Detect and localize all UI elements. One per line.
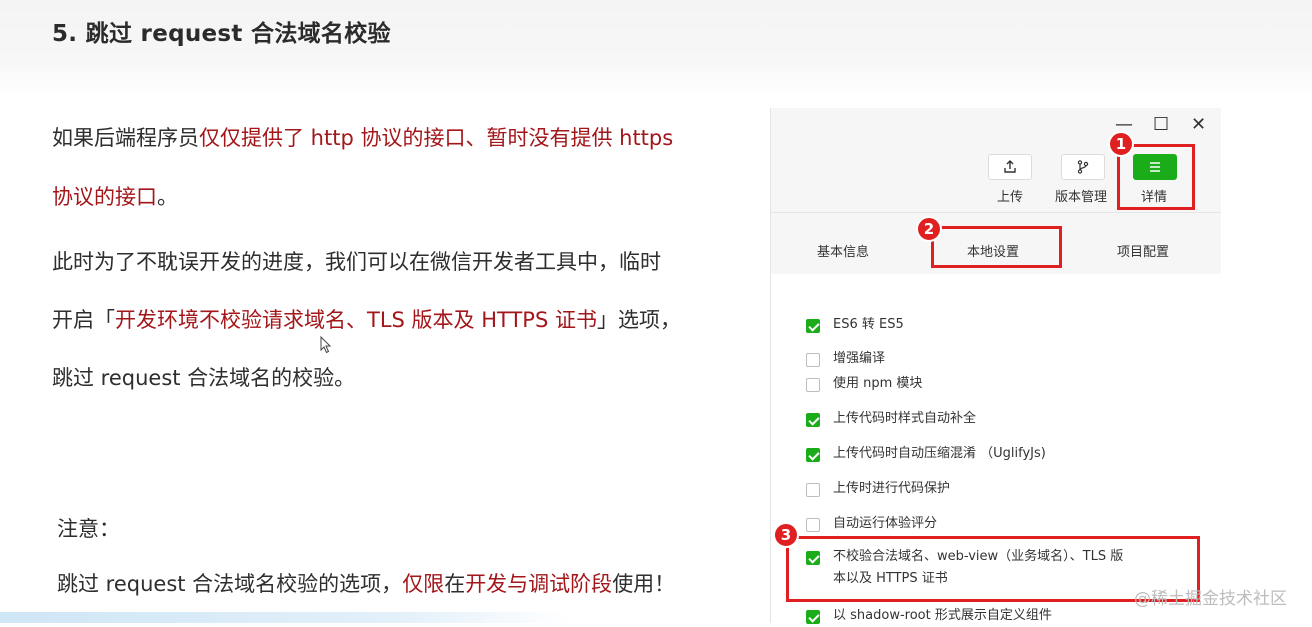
step-badge-1: 1 [1108,131,1134,157]
checkbox-unchecked[interactable] [806,378,820,392]
checkbox-unchecked[interactable] [806,518,820,532]
setting-uglify[interactable]: 上传代码时自动压缩混淆 （UglifyJs) [806,446,1046,465]
setting-label: 增强编译 [833,351,886,366]
setting-label: 上传代码时自动压缩混淆 （UglifyJs) [833,446,1046,461]
mouse-cursor-icon [320,336,332,354]
branch-icon [1077,160,1089,174]
para1-highlight: 仅仅提供了 http 协议的接口、暂时没有提供 https [199,126,674,150]
para2-line2: 开启「开发环境不校验请求域名、TLS 版本及 HTTPS 证书」选项， [52,304,681,334]
note-text: 跳过 request 合法域名校验的选项，仅限在开发与调试阶段使用！ [57,568,675,598]
version-label: 版本管理 [1055,190,1108,205]
version-button[interactable] [1061,154,1105,180]
para1-line2: 协议的接口。 [52,181,178,211]
setting-enhance-compile[interactable]: 增强编译 [806,351,885,370]
para1-highlight-2: 协议的接口 [52,185,157,209]
step-badge-2: 2 [916,216,942,242]
para1-end: 。 [157,185,178,209]
tab-project-config[interactable]: 项目配置 [1117,241,1169,260]
para2-line1: 此时为了不耽误开发的进度，我们可以在微信开发者工具中，临时 [52,250,661,274]
note-mid: 在 [444,572,466,596]
setting-label: 自动运行体验评分 [833,516,938,531]
checkbox-checked[interactable] [806,319,820,333]
note-highlight-2: 开发与调试阶段 [465,572,613,596]
para1-text: 如果后端程序员 [52,126,199,150]
upload-button[interactable] [988,154,1032,180]
setting-npm[interactable]: 使用 npm 模块 [806,376,922,395]
note-highlight-1: 仅限 [402,572,445,596]
upload-icon [1004,160,1016,173]
checkbox-unchecked[interactable] [806,353,820,367]
setting-code-protect[interactable]: 上传时进行代码保护 [806,481,950,500]
setting-label: 上传代码时样式自动补全 [833,411,977,426]
checkbox-unchecked[interactable] [806,483,820,497]
close-button[interactable]: ✕ [1191,114,1206,135]
section-heading: 5. 跳过 request 合法域名校验 [52,21,391,47]
note-prefix: 跳过 request 合法域名校验的选项， [57,572,403,596]
bottom-stripe [0,612,570,623]
checkbox-checked[interactable] [806,413,820,427]
maximize-button[interactable]: ☐ [1153,114,1169,135]
setting-style-autoprefix[interactable]: 上传代码时样式自动补全 [806,411,976,430]
para2-open: 开启「 [52,308,115,332]
setting-label: ES6 转 ES5 [833,317,904,332]
tab-basic-info[interactable]: 基本信息 [817,241,869,260]
para1-line1: 如果后端程序员仅仅提供了 http 协议的接口、暂时没有提供 https [52,122,673,152]
setting-label: 上传时进行代码保护 [833,481,951,496]
step-badge-3: 3 [773,522,799,548]
setting-es6[interactable]: ES6 转 ES5 [806,317,904,336]
annotation-box-local-settings [931,226,1062,268]
checkbox-checked[interactable] [806,448,820,462]
setting-auto-audit[interactable]: 自动运行体验评分 [806,516,937,535]
setting-label: 使用 npm 模块 [833,376,923,391]
setting-shadow-root[interactable]: 以 shadow-root 形式展示自定义组件 [806,608,1052,627]
para2-close: 」选项， [596,308,681,332]
checkbox-checked[interactable] [806,610,820,624]
para2-line3: 跳过 request 合法域名的校验。 [52,366,356,390]
setting-label: 以 shadow-root 形式展示自定义组件 [833,608,1052,623]
watermark: @稀土掘金技术社区 [1134,589,1287,609]
note-suffix: 使用！ [612,572,676,596]
note-title: 注意： [57,517,120,541]
upload-label: 上传 [997,190,1024,205]
para2-highlight: 开发环境不校验请求域名、TLS 版本及 HTTPS 证书 [115,308,597,332]
